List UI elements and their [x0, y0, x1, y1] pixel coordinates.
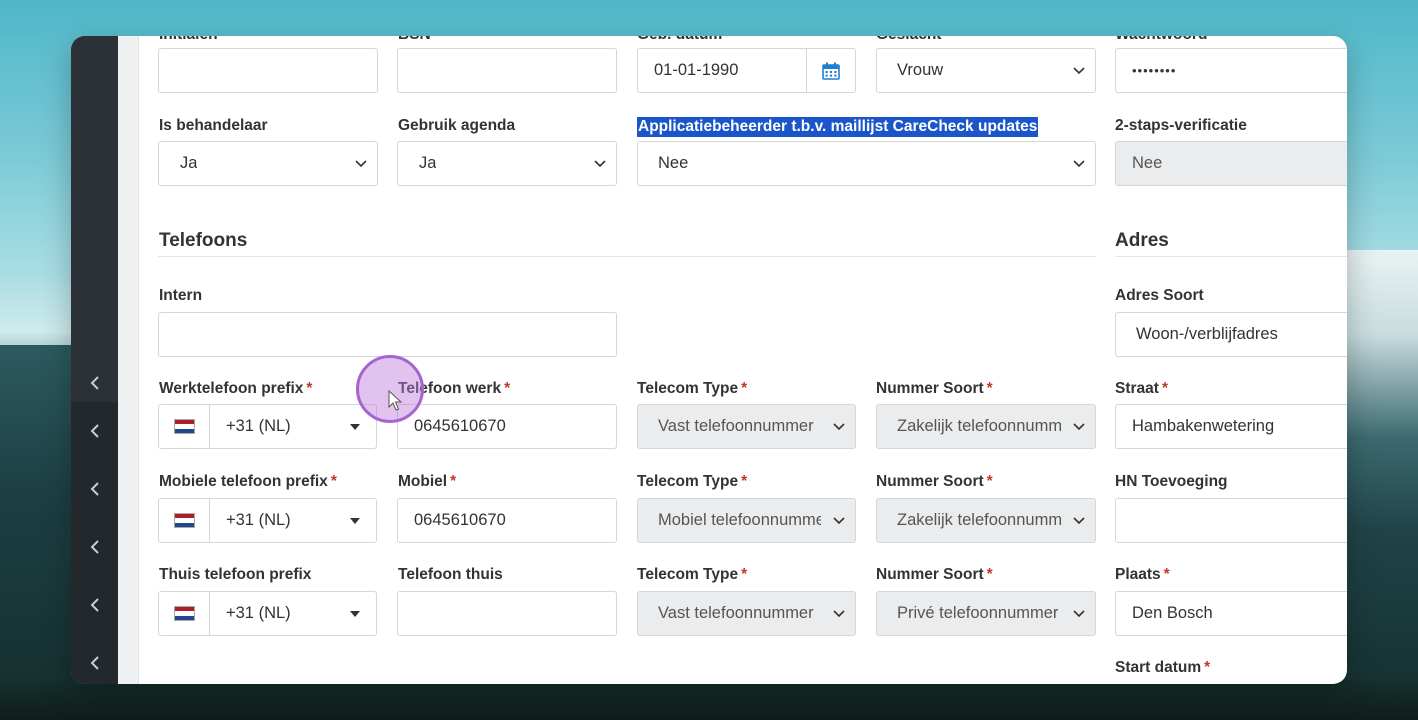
- chevron-left-icon: [90, 376, 99, 390]
- chevron-left-icon: [90, 540, 99, 554]
- thuis-telefoon-prefix-select[interactable]: +31 (NL): [158, 591, 377, 636]
- telefoons-divider: [158, 256, 1096, 257]
- intern-input[interactable]: [158, 312, 617, 357]
- plaats-label: Plaats *: [1115, 566, 1170, 583]
- gebruik-agenda-select[interactable]: Ja: [397, 141, 617, 186]
- background-ground: [0, 680, 1418, 720]
- mouse-pointer-icon: [388, 390, 402, 411]
- caret-down-icon: [350, 518, 360, 524]
- werk-telecom-type-select[interactable]: Vast telefoonnummer: [637, 404, 856, 449]
- telefoons-section-title: Telefoons: [159, 230, 248, 251]
- chevron-down-icon: [833, 609, 845, 618]
- hn-toevoeging-label: HN Toevoeging: [1115, 473, 1228, 490]
- app-window: Initialen BSN Geb. datum 01-01-1990: [71, 36, 1347, 684]
- chevron-down-icon: [594, 159, 606, 168]
- netherlands-flag-icon: [173, 513, 195, 528]
- bsn-input[interactable]: [397, 48, 617, 93]
- chevron-left-icon: [90, 424, 99, 438]
- intern-label: Intern: [159, 287, 203, 304]
- adres-divider: [1115, 256, 1347, 257]
- chevron-left-icon: [90, 598, 99, 612]
- thuis-nummer-soort-select[interactable]: Privé telefoonnummer: [876, 591, 1096, 636]
- form-content: Initialen BSN Geb. datum 01-01-1990: [139, 36, 1347, 684]
- sidebar: [71, 36, 118, 684]
- twee-staps-verificatie-field: Nee: [1115, 141, 1347, 186]
- is-behandelaar-select[interactable]: Ja: [158, 141, 378, 186]
- werk-telecom-type-label: Telecom Type *: [637, 380, 748, 397]
- twee-staps-verificatie-label: 2-staps-verificatie: [1115, 117, 1247, 134]
- chevron-left-icon: [90, 656, 99, 670]
- cursor-highlight: [356, 355, 424, 423]
- sidebar-collapse-button[interactable]: [71, 402, 118, 460]
- telefoon-werk-input[interactable]: 0645610670: [397, 404, 617, 449]
- chevron-down-icon: [833, 422, 845, 431]
- sidebar-collapse-button[interactable]: [71, 634, 118, 684]
- straat-input[interactable]: Hambakenwetering: [1115, 404, 1347, 449]
- sidebar-collapse-button[interactable]: [71, 518, 118, 576]
- bsn-label: BSN: [398, 36, 431, 44]
- thuis-telecom-type-select[interactable]: Vast telefoonnummer: [637, 591, 856, 636]
- adres-soort-label: Adres Soort: [1115, 287, 1204, 304]
- adres-section-title: Adres: [1115, 230, 1169, 251]
- caret-down-icon: [350, 424, 360, 430]
- chevron-down-icon: [355, 159, 367, 168]
- werktelefoon-prefix-label: Werktelefoon prefix *: [159, 380, 313, 397]
- wachtwoord-input[interactable]: ••••••••: [1115, 48, 1347, 93]
- thuis-telefoon-prefix-label: Thuis telefoon prefix: [159, 566, 312, 583]
- werk-nummer-soort-label: Nummer Soort *: [876, 380, 993, 397]
- mobiel-telecom-type-select[interactable]: Mobiel telefoonnummer: [637, 498, 856, 543]
- netherlands-flag-icon: [173, 419, 195, 434]
- gebruik-agenda-label: Gebruik agenda: [398, 117, 516, 134]
- initialen-label: Initialen: [159, 36, 218, 44]
- mobiel-nummer-soort-select[interactable]: Zakelijk telefoonnummer: [876, 498, 1096, 543]
- geslacht-select[interactable]: Vrouw: [876, 48, 1096, 93]
- telefoon-thuis-label: Telefoon thuis: [398, 566, 503, 583]
- thuis-telecom-type-label: Telecom Type *: [637, 566, 748, 583]
- initialen-input[interactable]: [158, 48, 378, 93]
- wachtwoord-label: Wachtwoord: [1115, 36, 1207, 44]
- sidebar-collapse-button[interactable]: [71, 460, 118, 518]
- werktelefoon-prefix-select[interactable]: +31 (NL): [158, 404, 377, 449]
- adres-soort-select[interactable]: Woon-/verblijfadres: [1115, 312, 1347, 357]
- telefoon-thuis-input[interactable]: [397, 591, 617, 636]
- chevron-down-icon: [1073, 66, 1085, 75]
- werk-nummer-soort-select[interactable]: Zakelijk telefoonnummer: [876, 404, 1096, 449]
- mobiel-label: Mobiel *: [398, 473, 457, 490]
- applicatiebeheerder-select[interactable]: Nee: [637, 141, 1096, 186]
- mobiel-input[interactable]: 0645610670: [397, 498, 617, 543]
- sidebar-collapse-button[interactable]: [71, 576, 118, 634]
- netherlands-flag-icon: [173, 606, 195, 621]
- sidebar-panel-top: [71, 36, 118, 402]
- is-behandelaar-label: Is behandelaar: [159, 117, 268, 134]
- chevron-down-icon: [1073, 609, 1085, 618]
- geb-datum-label: Geb. datum: [637, 36, 722, 44]
- chevron-down-icon: [1073, 516, 1085, 525]
- hn-toevoeging-input[interactable]: [1115, 498, 1347, 543]
- chevron-down-icon: [833, 516, 845, 525]
- mobiel-nummer-soort-label: Nummer Soort *: [876, 473, 993, 490]
- straat-label: Straat *: [1115, 380, 1168, 397]
- calendar-button[interactable]: [806, 49, 855, 92]
- chevron-left-icon: [90, 482, 99, 496]
- mobiel-telecom-type-label: Telecom Type *: [637, 473, 748, 490]
- mobiele-telefoon-prefix-label: Mobiele telefoon prefix *: [159, 473, 337, 490]
- plaats-input[interactable]: Den Bosch: [1115, 591, 1347, 636]
- chevron-down-icon: [1073, 159, 1085, 168]
- calendar-icon: [822, 62, 840, 80]
- mobiele-telefoon-prefix-select[interactable]: +31 (NL): [158, 498, 377, 543]
- applicatiebeheerder-label: Applicatiebeheerder t.b.v. maillijst Car…: [637, 117, 1039, 137]
- chevron-down-icon: [1073, 422, 1085, 431]
- content-gutter: [118, 36, 139, 684]
- geb-datum-input[interactable]: 01-01-1990: [637, 48, 856, 93]
- caret-down-icon: [350, 611, 360, 617]
- thuis-nummer-soort-label: Nummer Soort *: [876, 566, 993, 583]
- start-datum-label: Start datum *: [1115, 659, 1211, 676]
- geslacht-label: Geslacht: [876, 36, 941, 44]
